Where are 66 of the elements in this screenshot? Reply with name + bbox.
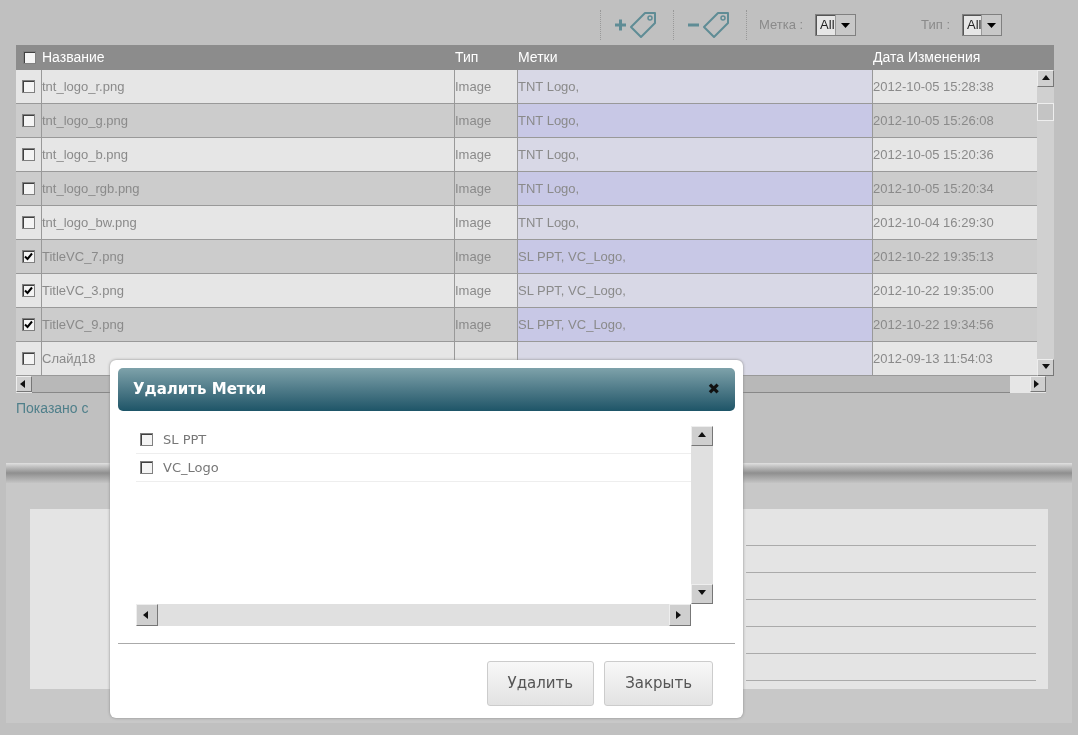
scroll-down-button[interactable] bbox=[691, 584, 713, 604]
type-filter-select[interactable]: All bbox=[962, 14, 1003, 36]
triangle-left-icon bbox=[20, 380, 28, 388]
checkbox[interactable] bbox=[22, 182, 35, 195]
column-header[interactable]: Дата Изменения bbox=[873, 47, 1054, 68]
table-cell: TitleVC_3.png bbox=[42, 274, 455, 307]
dialog-title: Удалить Метки bbox=[133, 379, 267, 401]
triangle-left-icon bbox=[143, 611, 151, 619]
table-cell: tnt_logo_r.png bbox=[42, 70, 455, 103]
tag-list-item[interactable]: VC_Logo bbox=[136, 454, 691, 482]
table-cell-text: 2012-10-22 19:35:00 bbox=[873, 281, 995, 300]
close-dialog-button[interactable]: Закрыть bbox=[604, 661, 713, 706]
delete-button[interactable]: Удалить bbox=[486, 661, 595, 706]
table-cell-text: 2012-10-05 15:20:34 bbox=[873, 179, 995, 198]
table-cell: tnt_logo_b.png bbox=[42, 138, 455, 171]
table-cell-text: 2012-09-13 11:54:03 bbox=[873, 349, 994, 368]
table-cell-text: 2012-10-05 15:26:08 bbox=[873, 111, 995, 130]
pagination-text: Показано с bbox=[16, 398, 89, 418]
table-cell: tnt_logo_rgb.png bbox=[42, 172, 455, 205]
checkbox[interactable] bbox=[22, 51, 36, 64]
table-cell: TNT Logo, bbox=[518, 70, 873, 103]
checkbox[interactable] bbox=[22, 80, 35, 93]
column-header[interactable]: Название bbox=[42, 47, 455, 68]
scroll-up-button[interactable] bbox=[1037, 70, 1054, 87]
checkbox[interactable] bbox=[22, 352, 35, 365]
table-cell-text: 2012-10-22 19:35:13 bbox=[873, 247, 995, 266]
scroll-down-button[interactable] bbox=[1037, 359, 1054, 376]
tag-list-item[interactable]: SL PPT bbox=[136, 426, 691, 454]
checkbox[interactable] bbox=[22, 216, 35, 229]
horizontal-scrollbar[interactable] bbox=[136, 604, 691, 626]
table-cell: TNT Logo, bbox=[518, 104, 873, 137]
table-cell-text: 2012-10-05 15:28:38 bbox=[873, 77, 995, 96]
table-cell: SL PPT, VC_Logo, bbox=[518, 240, 873, 273]
column-header[interactable]: Метки bbox=[518, 47, 873, 68]
table-cell: tnt_logo_g.png bbox=[42, 104, 455, 137]
table-cell: TNT Logo, bbox=[518, 172, 873, 205]
column-header[interactable]: Тип bbox=[455, 47, 518, 68]
checkbox[interactable] bbox=[22, 284, 35, 297]
triangle-up-icon bbox=[1041, 74, 1050, 83]
table-cell: tnt_logo_bw.png bbox=[42, 206, 455, 239]
table-cell: TitleVC_7.png bbox=[42, 240, 455, 273]
scroll-up-button[interactable] bbox=[691, 426, 713, 446]
scroll-right-button[interactable] bbox=[1030, 376, 1046, 392]
table-cell: SL PPT, VC_Logo, bbox=[518, 274, 873, 307]
close-button[interactable]: ✖ bbox=[707, 382, 720, 397]
tag-filter-select[interactable]: All bbox=[815, 14, 856, 36]
scroll-thumb[interactable] bbox=[1037, 103, 1054, 121]
checkbox[interactable] bbox=[22, 250, 35, 263]
table-cell: TNT Logo, bbox=[518, 138, 873, 171]
scroll-left-button[interactable] bbox=[16, 376, 32, 392]
table-cell: TitleVC_9.png bbox=[42, 308, 455, 341]
scroll-right-button[interactable] bbox=[669, 604, 691, 626]
checkbox[interactable] bbox=[140, 461, 153, 474]
table-cell-text: 2012-10-04 16:29:30 bbox=[873, 213, 995, 232]
table-cell: SL PPT, VC_Logo, bbox=[518, 308, 873, 341]
checkbox[interactable] bbox=[22, 114, 35, 127]
triangle-up-icon bbox=[698, 432, 706, 440]
table-cell: TNT Logo, bbox=[518, 206, 873, 239]
table-cell-text: 2012-10-05 15:20:36 bbox=[873, 145, 995, 164]
vertical-scrollbar[interactable] bbox=[691, 426, 713, 604]
checkbox[interactable] bbox=[22, 318, 35, 331]
vertical-scrollbar[interactable] bbox=[1037, 70, 1054, 376]
scroll-left-button[interactable] bbox=[136, 604, 158, 626]
checkbox[interactable] bbox=[22, 148, 35, 161]
checkbox[interactable] bbox=[140, 433, 153, 446]
table-cell-text: 2012-10-22 19:34:56 bbox=[873, 315, 995, 334]
